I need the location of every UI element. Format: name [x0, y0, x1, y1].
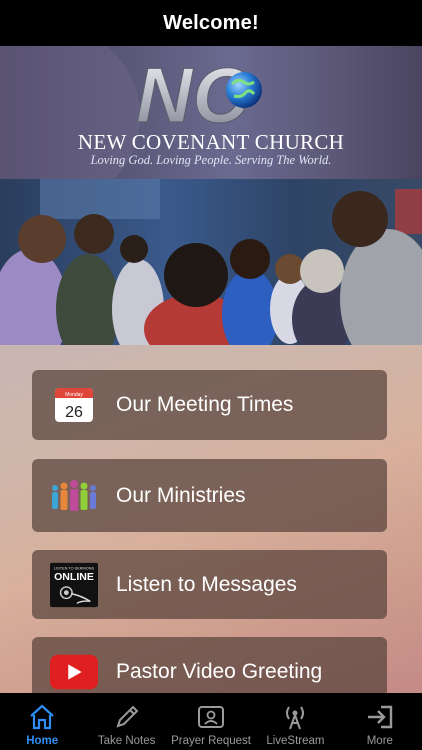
sermons-online-icon: LISTEN TO SERMONS ONLINE — [50, 561, 98, 609]
church-banner: NC NEW COVENANT CHURCH Loving God. Lovin… — [0, 46, 422, 179]
more-icon — [367, 705, 393, 729]
tab-more-label: More — [366, 735, 393, 747]
tab-livestream-label: LiveStream — [266, 735, 325, 747]
svg-text:Monday: Monday — [65, 392, 83, 398]
top-bar: Welcome! — [0, 0, 422, 46]
tab-more[interactable]: More — [338, 693, 422, 750]
church-logo: NC — [135, 54, 262, 130]
congregation-photo — [0, 179, 422, 345]
prayer-request-icon — [198, 706, 225, 728]
tab-home[interactable]: Home — [0, 693, 84, 750]
people-icon — [50, 472, 98, 520]
listen-messages-button[interactable]: LISTEN TO SERMONS ONLINE Listen to Messa… — [32, 550, 387, 619]
tab-prayer-request-label: Prayer Request — [171, 735, 251, 747]
page-title: Welcome! — [163, 11, 259, 34]
svg-text:26: 26 — [65, 404, 83, 421]
ministries-button[interactable]: Our Ministries — [32, 459, 387, 532]
ministries-label: Our Ministries — [116, 483, 246, 507]
tab-livestream[interactable]: LiveStream — [253, 693, 337, 750]
tab-home-label: Home — [26, 735, 59, 747]
svg-text:ONLINE: ONLINE — [54, 571, 94, 583]
pastor-video-label: Pastor Video Greeting — [116, 660, 323, 683]
tab-prayer-request[interactable]: Prayer Request — [169, 693, 253, 750]
home-icon — [30, 704, 54, 730]
main-content: Monday 26 Our Meeting Times Our Ministri… — [0, 345, 422, 707]
tab-take-notes[interactable]: Take Notes — [84, 693, 168, 750]
calendar-icon: Monday 26 — [50, 381, 98, 429]
listen-messages-label: Listen to Messages — [116, 572, 297, 596]
bottom-tab-bar: Home Take Notes Prayer Request LiveStrea… — [0, 693, 422, 750]
meeting-times-button[interactable]: Monday 26 Our Meeting Times — [32, 370, 387, 440]
tab-take-notes-label: Take Notes — [97, 735, 156, 747]
youtube-play-icon — [50, 648, 98, 696]
svg-text:LISTEN TO SERMONS: LISTEN TO SERMONS — [54, 566, 95, 570]
broadcast-icon — [286, 706, 305, 730]
church-tagline: Loving God. Loving People. Serving The W… — [90, 153, 332, 167]
meeting-times-label: Our Meeting Times — [116, 393, 294, 416]
pencil-icon — [116, 705, 139, 728]
church-name: NEW COVENANT CHURCH — [77, 130, 345, 154]
